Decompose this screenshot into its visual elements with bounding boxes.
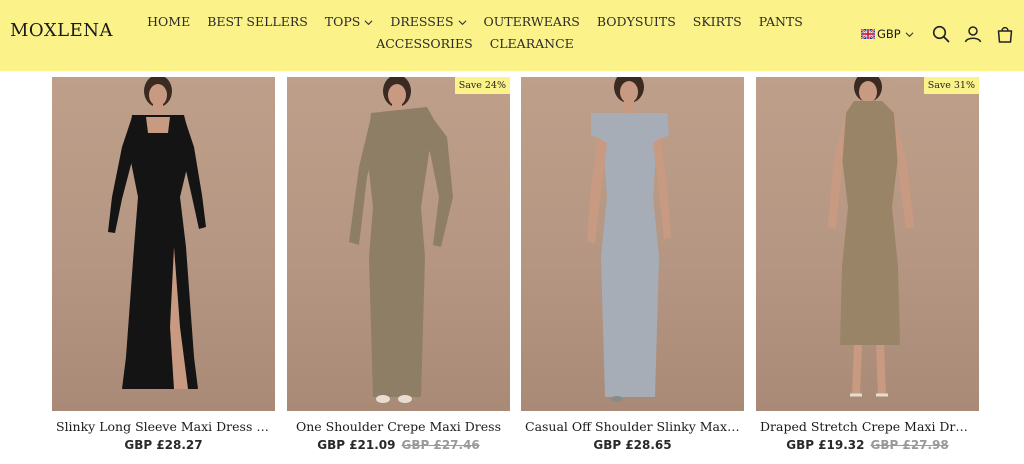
product-image[interactable] xyxy=(52,77,275,411)
product-image[interactable]: Save 24% xyxy=(287,77,510,411)
dress-shape xyxy=(840,101,900,345)
product-old-price: GBP £27.98 xyxy=(870,438,949,452)
nav-label: ACCESSORIES xyxy=(376,36,473,51)
nav-best-sellers[interactable]: BEST SELLERS xyxy=(199,13,317,31)
nav-label: SKIRTS xyxy=(692,14,742,29)
currency-label: GBP xyxy=(877,27,901,41)
product-card[interactable]: Save 31% Draped Stretch Crepe Maxi Dress… xyxy=(756,77,979,452)
product-price: GBP £28.27 xyxy=(124,438,203,452)
cart-icon[interactable] xyxy=(995,24,1015,44)
nav-label: OUTERWEARS xyxy=(483,14,580,29)
nav-label: BODYSUITS xyxy=(596,14,676,29)
currency-selector[interactable]: GBP xyxy=(861,25,914,43)
site-logo[interactable]: MOXLENA xyxy=(10,20,113,41)
dress-figure xyxy=(349,77,453,403)
nav-skirts[interactable]: SKIRTS xyxy=(684,13,750,31)
nav-label: CLEARANCE xyxy=(489,36,574,51)
product-price-row: GBP £28.65 xyxy=(521,438,744,452)
nav-dresses[interactable]: DRESSES xyxy=(382,13,475,31)
product-title[interactable]: Casual Off Shoulder Slinky Maxi Dr... xyxy=(521,419,744,434)
product-title[interactable]: Draped Stretch Crepe Maxi Dress xyxy=(756,419,979,434)
nav-bodysuits[interactable]: BODYSUITS xyxy=(588,13,684,31)
dress-figure xyxy=(108,77,206,389)
product-old-price: GBP £27.46 xyxy=(401,438,480,452)
nav-label: DRESSES xyxy=(390,14,454,29)
uk-flag-icon xyxy=(861,29,875,39)
dress-shape xyxy=(367,107,437,397)
product-title[interactable]: Slinky Long Sleeve Maxi Dress With... xyxy=(52,419,275,434)
product-image[interactable] xyxy=(521,77,744,411)
nav-pants[interactable]: PANTS xyxy=(750,13,811,31)
main-nav: HOME BEST SELLERS TOPS DRESSES OUTERWEAR… xyxy=(120,13,830,53)
nav-home[interactable]: HOME xyxy=(139,13,199,31)
nav-tops[interactable]: TOPS xyxy=(316,13,382,31)
chevron-down-icon xyxy=(364,19,373,25)
search-icon[interactable] xyxy=(931,24,951,44)
nav-outerwears[interactable]: OUTERWEARS xyxy=(475,13,588,31)
product-title[interactable]: One Shoulder Crepe Maxi Dress xyxy=(287,419,510,434)
product-price: GBP £19.32 xyxy=(786,438,865,452)
nav-label: TOPS xyxy=(324,14,361,29)
nav-clearance[interactable]: CLEARANCE xyxy=(481,35,582,53)
dress-figure xyxy=(828,77,914,397)
dress-figure xyxy=(587,77,671,402)
product-price: GBP £21.09 xyxy=(317,438,396,452)
account-icon[interactable] xyxy=(963,24,983,44)
nav-label: PANTS xyxy=(758,14,803,29)
chevron-down-icon xyxy=(458,19,466,25)
nav-label: BEST SELLERS xyxy=(207,14,308,29)
product-price-row: GBP £28.27 xyxy=(52,438,275,452)
product-price: GBP £28.65 xyxy=(593,438,672,452)
nav-accessories[interactable]: ACCESSORIES xyxy=(368,35,481,53)
product-card[interactable]: Save 24% One Shoulder Crepe Maxi Dress G… xyxy=(287,77,510,452)
product-card[interactable]: Casual Off Shoulder Slinky Maxi Dr... GB… xyxy=(521,77,744,452)
site-header: MOXLENA HOME BEST SELLERS TOPS DRESSES O… xyxy=(0,0,1024,71)
product-price-row: GBP £21.09 GBP £27.46 xyxy=(287,438,510,452)
product-card[interactable]: Slinky Long Sleeve Maxi Dress With... GB… xyxy=(52,77,275,452)
product-price-row: GBP £19.32 GBP £27.98 xyxy=(756,438,979,452)
discount-badge: Save 31% xyxy=(923,77,979,94)
nav-label: HOME xyxy=(147,14,191,29)
chevron-down-icon xyxy=(905,31,914,37)
product-image[interactable]: Save 31% xyxy=(756,77,979,411)
discount-badge: Save 24% xyxy=(454,77,510,94)
